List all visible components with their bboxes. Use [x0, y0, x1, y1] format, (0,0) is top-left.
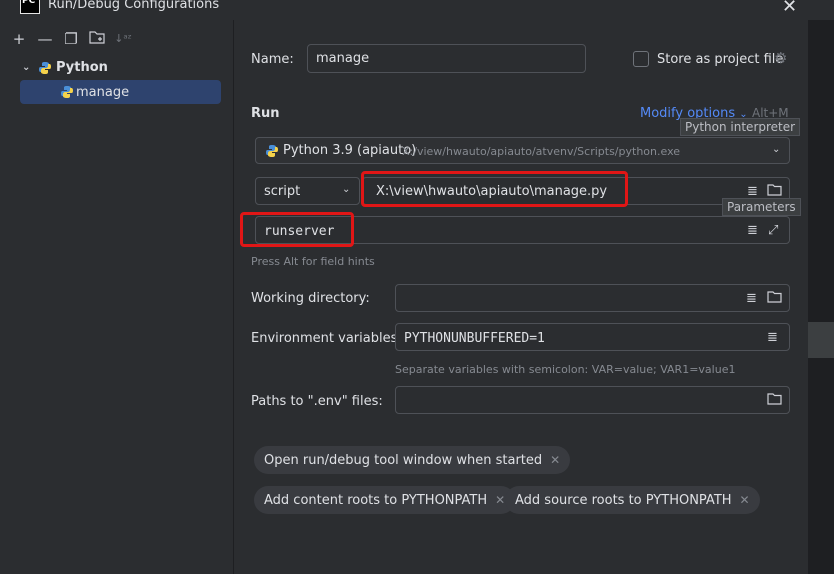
remove-chip-icon[interactable]: ✕	[740, 493, 750, 507]
option-chip-label: Add source roots to PYTHONPATH	[515, 492, 732, 508]
copy-icon[interactable]: ❐	[62, 30, 80, 48]
python-icon	[39, 61, 51, 74]
sidebar-toolbar: + — ❐ ↓ᵃᶻ	[10, 30, 132, 48]
tree-item-label: manage	[76, 84, 130, 100]
chevron-down-icon: ⌄	[772, 144, 781, 155]
option-chip-label: Open run/debug tool window when started	[264, 452, 543, 468]
environment-variables-value: PYTHONUNBUFFERED=1	[404, 331, 545, 346]
list-icon[interactable]: ≣	[746, 291, 757, 306]
folder-icon[interactable]	[767, 291, 782, 307]
working-directory-field[interactable]: ≣	[395, 284, 790, 312]
name-label: Name:	[251, 52, 294, 67]
list-icon[interactable]: ≣	[747, 223, 758, 238]
interpreter-tooltip: Python interpreter	[680, 118, 801, 136]
store-as-project-label[interactable]: Store as project file	[657, 52, 783, 67]
list-icon[interactable]: ≣	[747, 184, 758, 199]
field-hint: Press Alt for field hints	[251, 255, 375, 268]
option-chip[interactable]: Add source roots to PYTHONPATH ✕	[505, 486, 760, 514]
script-type-value: script	[264, 184, 301, 199]
environment-variables-hint: Separate variables with semicolon: VAR=v…	[395, 363, 736, 376]
script-type-select[interactable]: script ⌄	[255, 177, 360, 205]
remove-chip-icon[interactable]: ✕	[550, 453, 560, 467]
interpreter-name: Python 3.9 (apiauto)	[283, 143, 417, 158]
python-icon	[266, 145, 278, 157]
tree-group-label: Python	[56, 60, 108, 75]
window-title: Run/Debug Configurations	[48, 0, 220, 12]
chevron-down-icon[interactable]: ⌄	[22, 62, 34, 73]
add-icon[interactable]: +	[10, 30, 28, 48]
highlight-box-script-path	[361, 171, 628, 207]
environment-variables-field[interactable]: PYTHONUNBUFFERED=1 ≣	[395, 323, 790, 351]
new-folder-icon[interactable]	[88, 30, 106, 48]
interpreter-select[interactable]: Python 3.9 (apiauto) X:/view/hwauto/apia…	[255, 137, 790, 164]
option-chip[interactable]: Open run/debug tool window when started …	[254, 446, 571, 474]
tree-group-python[interactable]: ⌄ Python	[22, 60, 108, 75]
working-directory-label: Working directory:	[251, 291, 370, 306]
option-chip-label: Add content roots to PYTHONPATH	[264, 492, 488, 508]
background-band	[808, 322, 834, 358]
name-value: manage	[316, 51, 370, 66]
environment-variables-label: Environment variables:	[251, 331, 402, 346]
name-field[interactable]: manage	[307, 44, 586, 73]
interpreter-path: X:/view/hwauto/apiauto/atvenv/Scripts/py…	[402, 145, 681, 158]
remove-icon[interactable]: —	[36, 30, 54, 48]
env-files-field[interactable]	[395, 386, 790, 414]
chevron-down-icon: ⌄	[342, 184, 351, 195]
folder-icon[interactable]	[767, 393, 782, 409]
env-files-label: Paths to ".env" files:	[251, 394, 383, 409]
tree-item-manage[interactable]: manage	[20, 80, 221, 104]
gear-icon[interactable]: ⚙	[774, 49, 787, 67]
configuration-form: Name: manage Store as project file ⚙ Run…	[234, 20, 808, 574]
list-icon[interactable]: ≣	[767, 330, 778, 345]
remove-chip-icon[interactable]: ✕	[495, 493, 505, 507]
store-as-project-checkbox[interactable]	[633, 51, 649, 67]
close-icon[interactable]: ✕	[782, 0, 797, 17]
title-bar: PC Run/Debug Configurations ✕	[0, 0, 834, 20]
sort-icon[interactable]: ↓ᵃᶻ	[114, 30, 132, 48]
python-icon	[61, 86, 73, 98]
configurations-sidebar: + — ❐ ↓ᵃᶻ ⌄ Python manage	[0, 20, 234, 574]
expand-icon[interactable]: ⤢	[768, 223, 778, 238]
highlight-box-parameters	[240, 212, 354, 247]
pycharm-app-icon: PC	[20, 0, 40, 14]
option-chip[interactable]: Add content roots to PYTHONPATH ✕	[254, 486, 516, 514]
run-section-title: Run	[251, 106, 280, 121]
parameters-tooltip: Parameters	[722, 198, 801, 216]
background-window-edge	[808, 20, 834, 574]
